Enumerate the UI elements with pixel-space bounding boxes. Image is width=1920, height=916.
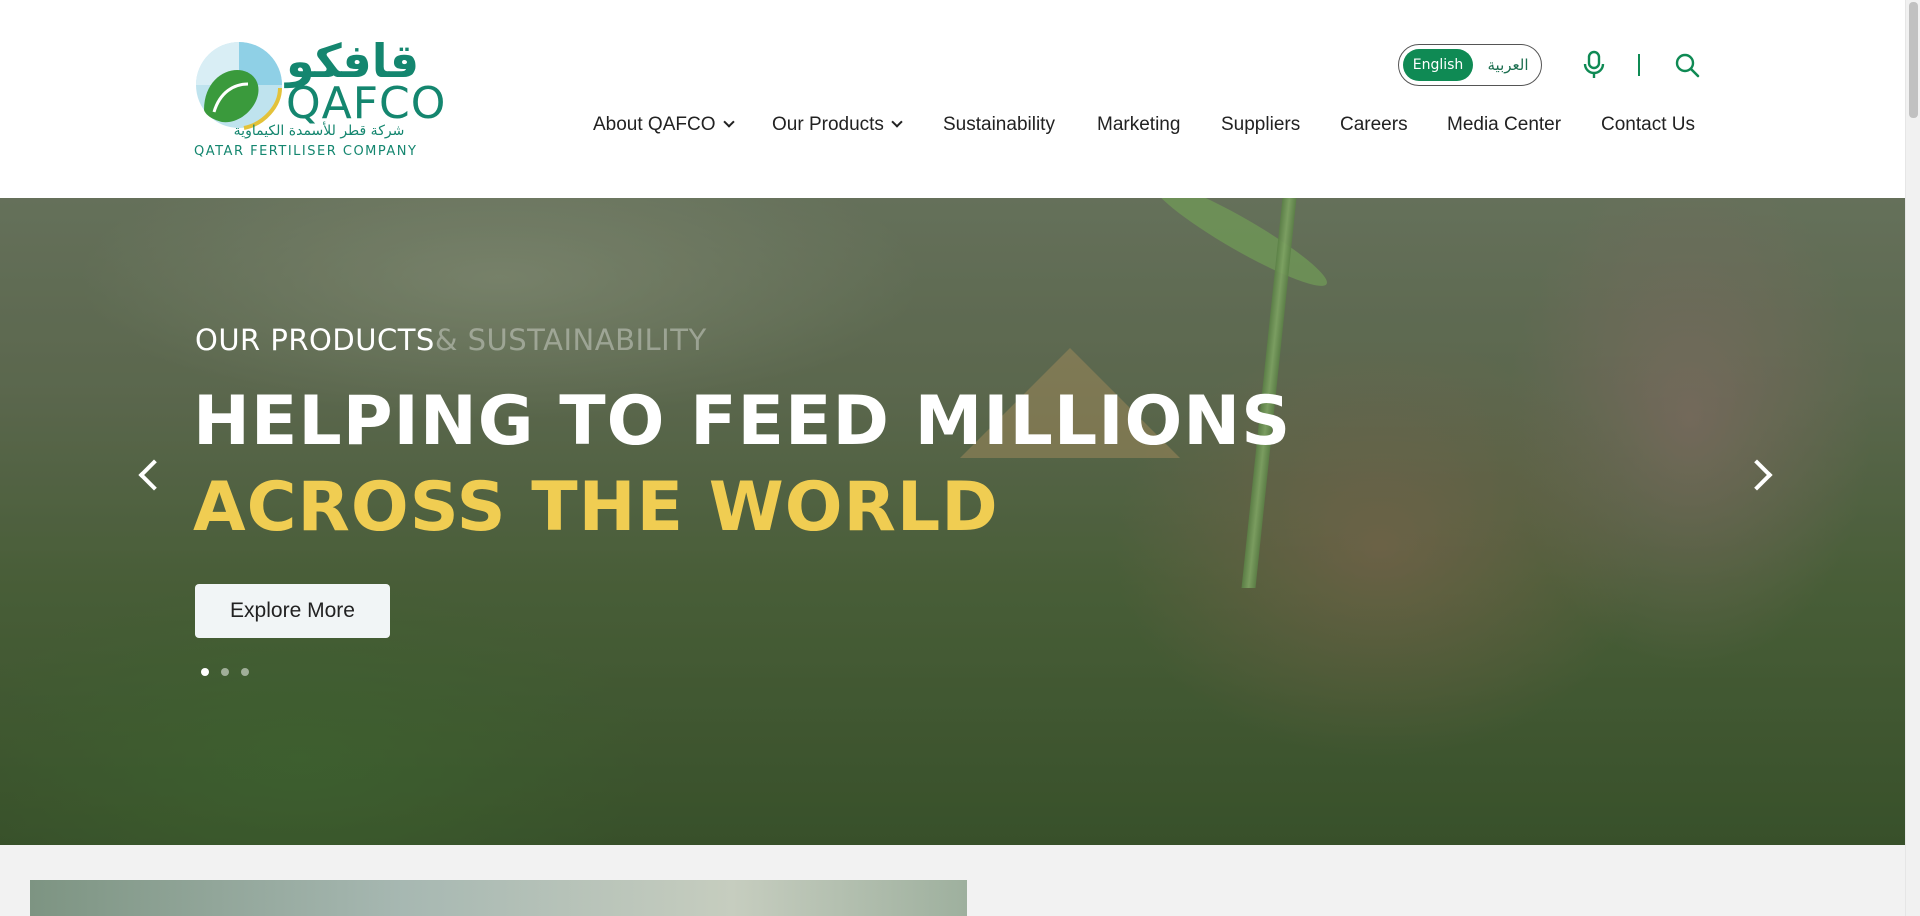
nav-media-center[interactable]: Media Center [1447,114,1561,136]
hero-title-line1: HELPING TO FEED MILLIONS [193,382,1292,461]
hero-subtitle-ghost: & SUSTAINABILITY [434,323,707,357]
nav-sustainability[interactable]: Sustainability [943,114,1055,136]
site-header: قافكو QAFCO شركة قطر للأسمدة الكيماوية Q… [0,0,1905,198]
logo-latin-subtitle: QATAR FERTILISER COMPANY [194,144,418,159]
search-icon[interactable] [1674,52,1700,78]
chevron-down-icon [722,116,735,128]
nav-suppliers[interactable]: Suppliers [1221,114,1300,136]
main-navigation: About QAFCO Our Products Sustainability … [0,114,1905,144]
language-switcher: English العربية [1398,44,1542,86]
explore-more-button[interactable]: Explore More [195,584,390,638]
microphone-icon[interactable] [1582,50,1606,80]
nav-about-qafco-label: About QAFCO [593,114,716,135]
page-scrollbar[interactable] [1905,0,1920,916]
section-image [30,880,967,916]
hero-subtitle-text: OUR PRODUCTS [195,323,435,357]
language-english-button[interactable]: English [1403,49,1473,81]
nav-careers[interactable]: Careers [1340,114,1408,136]
hero-title-line2: ACROSS THE WORLD [193,468,999,547]
nav-our-products-label: Our Products [772,114,884,135]
chevron-down-icon [891,116,903,128]
header-divider [1638,54,1640,76]
nav-contact-us[interactable]: Contact Us [1601,114,1695,136]
scrollbar-thumb[interactable] [1909,2,1918,118]
nav-about-qafco[interactable]: About QAFCO [593,114,735,136]
hero-subtitle: OUR PRODUCTS& SUSTAINABILITY [195,323,707,357]
hero-slider: OUR PRODUCTS& SUSTAINABILITY HELPING TO … [0,198,1905,845]
slider-dot-1[interactable] [201,668,209,676]
slider-dot-3[interactable] [241,668,249,676]
slider-dot-2[interactable] [221,668,229,676]
nav-marketing[interactable]: Marketing [1097,114,1180,136]
language-arabic-button[interactable]: العربية [1479,49,1537,81]
nav-our-products[interactable]: Our Products [772,114,903,136]
